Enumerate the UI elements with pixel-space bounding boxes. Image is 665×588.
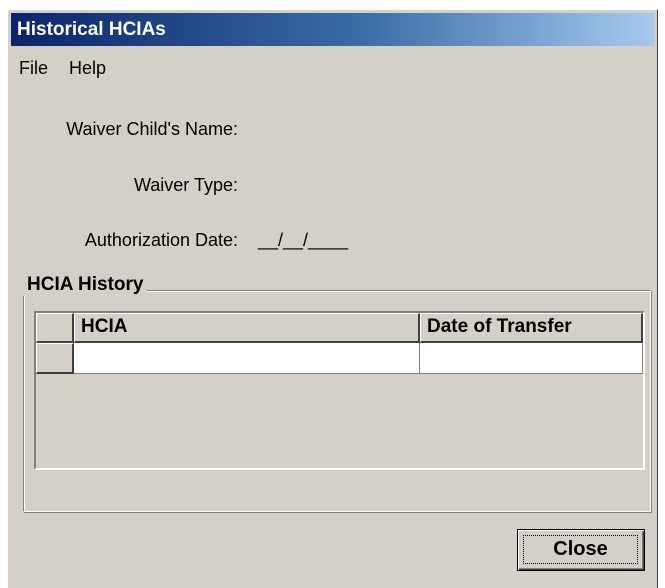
close-button[interactable]: Close — [517, 529, 645, 571]
authorization-date-label: Authorization Date: — [84, 230, 238, 250]
historical-hcias-window: Historical HCIAs File Help Waiver Child'… — [7, 9, 658, 588]
row-selector[interactable] — [36, 343, 74, 374]
close-button-label: Close — [523, 535, 638, 564]
menu-help[interactable]: Help — [61, 56, 114, 81]
table-row[interactable] — [36, 343, 643, 374]
authorization-date-value: __/__/____ — [258, 230, 349, 250]
waiver-type-label: Waiver Type: — [133, 175, 238, 195]
column-header-date-of-transfer[interactable]: Date of Transfer — [420, 313, 643, 343]
window-title: Historical HCIAs — [17, 19, 166, 40]
menu-file[interactable]: File — [11, 56, 56, 81]
cell-hcia[interactable] — [74, 343, 420, 374]
grid-corner-cell[interactable] — [36, 313, 74, 343]
child-name-label: Waiver Child's Name: — [66, 119, 238, 139]
cell-date-of-transfer[interactable] — [420, 343, 643, 374]
hcia-history-title: HCIA History — [23, 274, 148, 296]
grid-header-row: HCIA Date of Transfer — [36, 313, 643, 343]
hcia-history-grid[interactable]: HCIA Date of Transfer — [34, 311, 645, 470]
title-bar[interactable]: Historical HCIAs — [11, 13, 654, 46]
menu-bar: File Help — [11, 56, 114, 82]
column-header-hcia[interactable]: HCIA — [74, 313, 420, 343]
